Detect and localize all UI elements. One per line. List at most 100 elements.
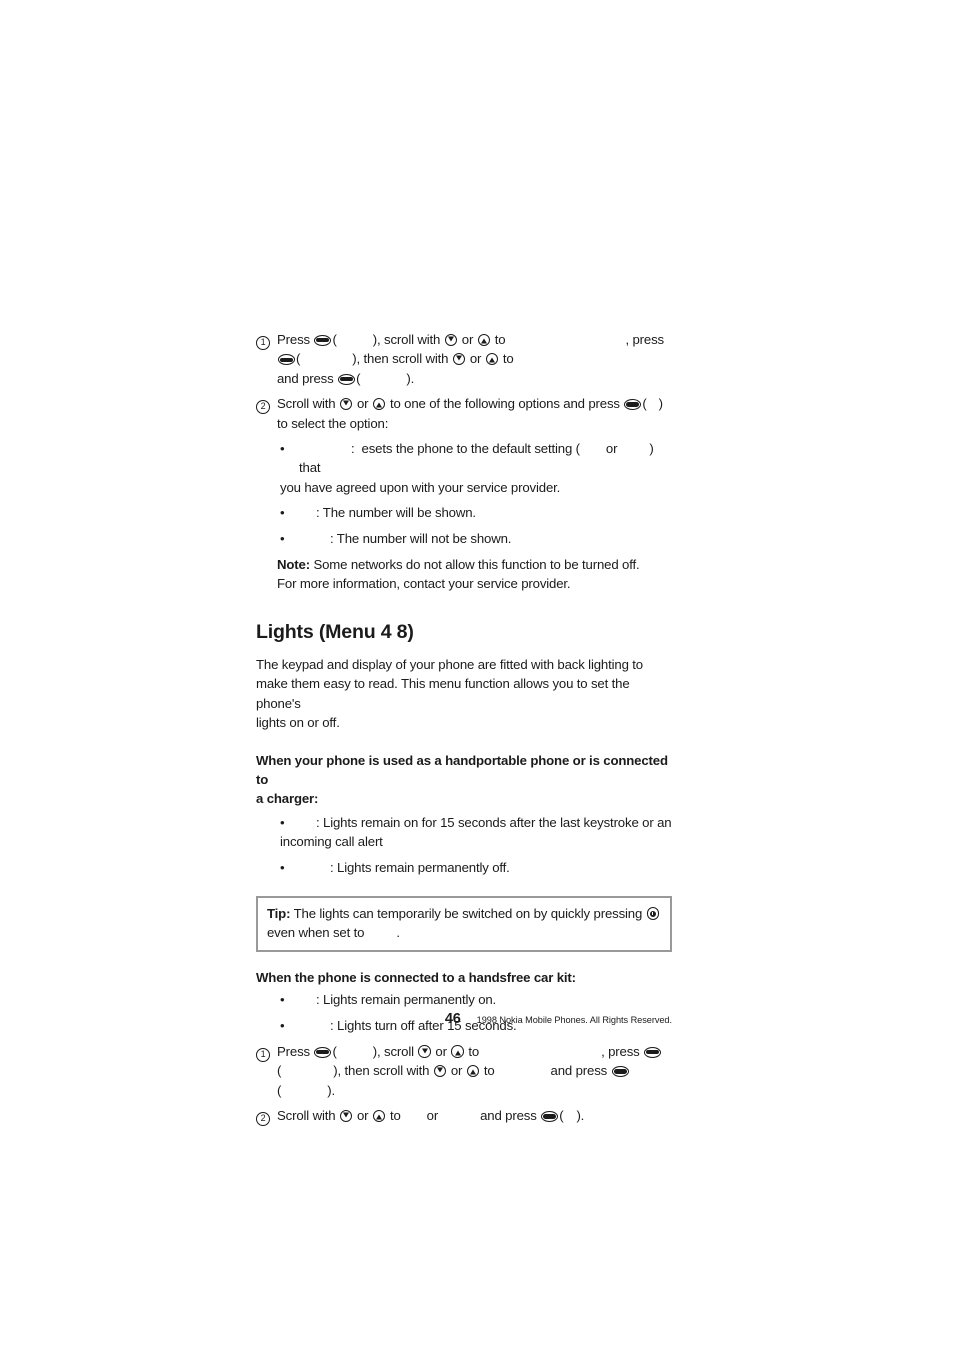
step-text-line-1: Press (), scroll or to , press bbox=[277, 1044, 662, 1059]
bullet-text: : Lights remain permanently on. bbox=[316, 992, 497, 1008]
circled-number-1-icon: 1 bbox=[256, 336, 270, 350]
step-marker: 1 bbox=[256, 330, 271, 350]
step-word: or bbox=[461, 332, 474, 347]
footer-inner: 46 1998 Nokia Mobile Phones. All Rights R… bbox=[445, 1010, 672, 1028]
step-word: Scroll with bbox=[277, 396, 336, 412]
handportable-bullet-off: • : Lights remain permanently off. bbox=[256, 858, 672, 877]
softkey-icon bbox=[644, 1046, 662, 1058]
softkey-icon bbox=[314, 335, 332, 346]
scroll-up-icon bbox=[372, 397, 386, 411]
bullet-dot-icon: • bbox=[280, 505, 285, 521]
step-word: ). bbox=[327, 1082, 336, 1098]
page-number: 46 bbox=[444, 1011, 461, 1027]
bullet-text-line-2: incoming call alert bbox=[280, 834, 383, 850]
step-word: ( bbox=[296, 351, 301, 367]
step-word: or bbox=[435, 1043, 447, 1059]
step-word: ( bbox=[642, 396, 647, 412]
note-label: Note: bbox=[277, 557, 310, 573]
page-content: 1 Press ( ), scroll with or to , press (),… bbox=[256, 330, 672, 1128]
softkey-icon bbox=[541, 1111, 559, 1123]
step-word: ( bbox=[332, 332, 337, 347]
procedure-step-2: 2 Scroll with or to one of the following… bbox=[256, 394, 672, 433]
scroll-up-icon bbox=[485, 352, 499, 366]
step-word: to one of the following options and pres… bbox=[389, 396, 620, 412]
step-word: Press bbox=[277, 1043, 310, 1059]
bullet-word: esets the phone to the default setting ( bbox=[361, 441, 580, 457]
step-text-line-2: ( ), then scroll with or to bbox=[277, 351, 514, 366]
heading-line-1: When your phone is used as a handportabl… bbox=[256, 752, 668, 787]
step-word: or bbox=[356, 396, 369, 412]
note-line-2: For more information, contact your servi… bbox=[277, 576, 571, 592]
step-word: and press bbox=[550, 1063, 608, 1079]
softkey-icon bbox=[624, 399, 642, 411]
manual-page: 1 Press ( ), scroll with or to , press (),… bbox=[0, 0, 954, 1351]
page-title: Lights (Menu 4 8) bbox=[256, 620, 414, 643]
step-text: Scroll with or to or and press (). bbox=[277, 1108, 584, 1123]
step-word: ( bbox=[559, 1108, 564, 1124]
bullet-text: : The number will be shown. bbox=[316, 505, 476, 521]
bullet-dot-icon: • bbox=[280, 859, 285, 875]
step-text-line-2: (), then scroll with or to and press bbox=[277, 1063, 630, 1078]
step-text-line-3: (). bbox=[277, 1083, 335, 1098]
scroll-down-icon bbox=[339, 397, 353, 411]
step-word: or bbox=[469, 351, 482, 367]
heading-line-2: a charger: bbox=[256, 791, 319, 807]
handportable-bullet-on: • : Lights remain on for 15 seconds afte… bbox=[256, 813, 672, 852]
step-word: or bbox=[426, 1108, 439, 1124]
page-footer: 46 1998 Nokia Mobile Phones. All Rights R… bbox=[256, 1010, 672, 1028]
bullet-text-line-2: you have agreed upon with your service p… bbox=[280, 479, 561, 495]
step-word: ), scroll with bbox=[372, 332, 441, 347]
step-word: and press bbox=[277, 370, 334, 386]
scroll-down-icon bbox=[444, 333, 458, 346]
step-word: ( bbox=[332, 1043, 337, 1059]
bullet-word: or bbox=[605, 441, 618, 457]
step-word: or bbox=[356, 1108, 369, 1124]
circled-number-2-icon: 2 bbox=[256, 400, 270, 415]
carkit-heading: When the phone is connected to a handsfr… bbox=[256, 969, 576, 985]
step-word: and press bbox=[480, 1108, 537, 1124]
bullet-text-line-1: : Lights remain on for 15 seconds after … bbox=[316, 814, 672, 830]
scroll-up-icon bbox=[466, 1064, 480, 1078]
note-block: Note: Some networks do not allow this fu… bbox=[256, 555, 672, 594]
step-word: to bbox=[468, 1043, 480, 1059]
step-word: ) bbox=[658, 396, 663, 412]
step-text-line-1: Press ( ), scroll with or to , press bbox=[277, 332, 664, 347]
step-text-line-1: Scroll with or to one of the following o… bbox=[277, 396, 663, 411]
power-key-icon bbox=[646, 907, 660, 920]
step-word: Press bbox=[277, 332, 310, 347]
step-word: ), then scroll with bbox=[333, 1063, 430, 1079]
handportable-heading: When your phone is used as a handportabl… bbox=[256, 751, 672, 809]
bullet-dot-icon: • bbox=[280, 992, 285, 1008]
scroll-up-icon bbox=[451, 1045, 464, 1058]
tip-box: Tip: The lights can temporarily be switc… bbox=[256, 895, 672, 952]
step-text-line-3: and press (). bbox=[277, 371, 414, 386]
option-bullet-reset: • : esets the phone to the default setti… bbox=[256, 439, 672, 497]
step-word: Scroll with bbox=[277, 1108, 336, 1124]
option-bullet-hide-number: • : The number will not be shown. bbox=[256, 529, 672, 548]
tip-text-end: . bbox=[396, 925, 400, 941]
step-word: or bbox=[450, 1063, 463, 1079]
circled-number-2-icon: 2 bbox=[256, 1112, 270, 1127]
step-word: , press bbox=[625, 332, 664, 347]
step-word: to bbox=[494, 332, 506, 347]
scroll-up-icon bbox=[477, 333, 491, 346]
step-word: to bbox=[389, 1108, 401, 1124]
copyright-notice: 1998 Nokia Mobile Phones. All Rights Res… bbox=[476, 1015, 672, 1025]
step-word: to bbox=[502, 351, 514, 367]
step-marker: 2 bbox=[256, 394, 271, 415]
lights-intro: The keypad and display of your phone are… bbox=[256, 655, 672, 733]
intro-line-1: The keypad and display of your phone are… bbox=[256, 656, 643, 672]
step-marker: 2 bbox=[256, 1106, 271, 1127]
carkit-bullet-on: • : Lights remain permanently on. bbox=[256, 990, 672, 1009]
softkey-icon bbox=[278, 354, 295, 366]
step-word: ( bbox=[356, 370, 361, 386]
step-marker: 1 bbox=[256, 1042, 271, 1062]
step-word: ), then scroll with bbox=[352, 351, 449, 367]
step-text-line-2: to select the option: bbox=[277, 415, 389, 431]
bullet-dot-icon: • bbox=[280, 814, 285, 830]
step-word: ( bbox=[277, 1082, 282, 1098]
circled-number-1-icon: 1 bbox=[256, 1047, 270, 1062]
scroll-down-icon bbox=[339, 1109, 353, 1123]
option-bullet-show-number: • : The number will be shown. bbox=[256, 503, 672, 522]
softkey-icon bbox=[338, 373, 356, 385]
